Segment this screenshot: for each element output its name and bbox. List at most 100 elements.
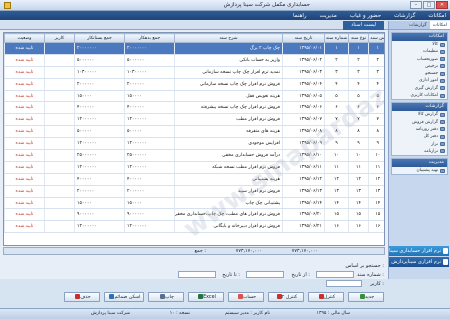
to-date-input[interactable]	[178, 271, 216, 278]
table-cell: فروش نرم افزار های مطب، چک چاپ،حسابداری …	[174, 208, 283, 222]
table-row[interactable]: ۷ ۷ ۷ ۱۳۹۵/۰۶/۰۷ فروش نرم افزار مطب ۱۲۰۰۰۰۰۰ ۱…	[4, 113, 384, 127]
table-row[interactable]: ۱۴ ۱۴ ۱۴ ۱۳۹۵/۰۶/۱۴ پشتیبانی چک چاپ ۱۵۰۰۰۰ ۱۵۰…	[4, 197, 384, 210]
from-date-input[interactable]	[246, 271, 284, 278]
sidebar-item[interactable]: گزارش فروش	[392, 119, 447, 126]
table-row[interactable]: ۱۱ ۱۱ ۱۱ ۱۳۹۵/۰۶/۱۱ فروش نرم افزار مطب نسخه …	[4, 161, 384, 174]
table-cell: تایید شده	[4, 125, 45, 139]
table-cell: ۱۳۹۵/۰۶/۰۹	[282, 137, 325, 151]
menu-item[interactable]: گزارشات	[394, 13, 415, 19]
table-row[interactable]: ۹ ۹ ۹ ۱۳۹۵/۰۶/۰۹ افزایش موجودی ۱۲۰۰۰۰۰۰ ۱۲۰۰۰۰…	[4, 137, 384, 151]
table-cell: ۷	[324, 113, 349, 127]
table-cell	[44, 113, 75, 127]
table-cell: ۹	[324, 137, 349, 151]
sidebar-item[interactable]: تهیه پشتیبان	[392, 167, 447, 174]
sidebar-item[interactable]: دفتر کل	[392, 133, 447, 140]
from-date-label: از تاریخ :	[291, 272, 310, 278]
sidebar-section-title[interactable]: مدیریت	[392, 159, 447, 168]
table-cell: ۱۶	[368, 220, 384, 234]
table-cell: ۱۶	[348, 220, 369, 234]
table-cell	[44, 125, 75, 139]
column-header[interactable]: شرح سند	[174, 33, 283, 43]
table-cell: تایید شده	[4, 185, 45, 198]
column-header[interactable]: جمع بستانکار	[74, 33, 125, 43]
sidebar-section-title[interactable]: گزارشات	[392, 103, 447, 112]
user-select[interactable]	[326, 280, 362, 287]
brand-banner[interactable]: نرم افزار حسابداری سینا	[389, 246, 449, 256]
sidebar-item[interactable]: صورتحساب	[392, 56, 447, 63]
column-header[interactable]: نوع سند	[348, 33, 369, 43]
scan-button[interactable]: اسکن ضمائم	[104, 292, 144, 302]
new-button[interactable]: جدید	[348, 292, 384, 302]
table-cell: ۲۰۰۰۰۰۰	[124, 78, 175, 91]
column-header[interactable]: کاربر	[44, 33, 75, 43]
doc-no-input[interactable]	[316, 271, 354, 278]
user-label: کاربر :	[370, 281, 384, 287]
table-cell: تایید شده	[4, 113, 45, 127]
column-header[interactable]: تاریخ سند	[282, 33, 325, 43]
delete-button[interactable]: حذف	[64, 292, 100, 302]
table-row[interactable]: ۳ ۳ ۳ ۱۳۹۵/۰۶/۰۳ تمدید ترم افزار چک چاپ نسخه…	[4, 66, 384, 79]
table-cell: فروش نرم افزار چک چاپ نسخه پیشرفته	[174, 101, 283, 115]
close-icon[interactable]: ✕	[436, 1, 448, 9]
sidebar-tab[interactable]: امکانات	[429, 21, 450, 29]
table-cell: ۸	[348, 125, 369, 139]
sidebar-item[interactable]: دفتر روزنامه	[392, 126, 447, 133]
minimize-icon[interactable]: –	[410, 1, 422, 9]
table-row[interactable]: ۱۵ ۱۵ ۱۵ ۱۳۹۵/۰۶/۲۰ فروش نرم افزار های مطب، …	[4, 208, 384, 222]
menu-item[interactable]: مدیریت	[320, 13, 337, 19]
sidebar-item[interactable]: ترازنامه	[392, 148, 447, 155]
menu-item[interactable]: حضور و غیاب	[350, 13, 381, 19]
sidebar-item[interactable]: تراز	[392, 141, 447, 148]
sidebar-section-title[interactable]: امکانات	[392, 33, 447, 41]
table-cell	[44, 208, 75, 222]
table-row[interactable]: ۱۶ ۱۶ ۱۶ ۱۳۹۵/۰۶/۲۱ فروش نرم افزار دبیرخانه …	[4, 220, 384, 234]
table-row[interactable]: ۱۰ ۱۰ ۱۰ ۱۳۹۵/۰۶/۱۰ درآمد فروش حسابداری مخفی…	[4, 149, 384, 162]
column-header[interactable]: ش سند	[368, 33, 384, 43]
table-row[interactable]: ۶ ۶ ۶ ۱۳۹۵/۰۶/۰۶ فروش نرم افزار چک چاپ نسخه …	[4, 101, 384, 115]
sidebar-item[interactable]: جستجو	[392, 70, 447, 77]
table-row[interactable]: ۱ ۱ ۱ ۱۳۹۵/۰۶/۰۱ چک چاپ ۲ برگ ۲۰۰۰۰۰۰۰ ۲۰۰۰۰۰۰…	[4, 42, 384, 55]
column-header[interactable]: شماره سند	[324, 33, 349, 43]
sidebar-section: گزارشات گزارش کالا گزارش فروش دفتر روزنا…	[391, 102, 448, 157]
menu-item[interactable]: امکانات	[428, 13, 446, 19]
table-row[interactable]: ۲ ۲ ۲ ۱۳۹۵/۰۶/۰۲ واریز به حساب بانکی ۵۰۰۰۰۰۰ ۵…	[4, 54, 384, 67]
sidebar-item[interactable]: ترخیص	[392, 63, 447, 70]
account-button[interactable]: حساب	[228, 292, 264, 302]
menu-item[interactable]: راهنما	[293, 13, 307, 19]
sidebar-tab[interactable]: گزارشات	[406, 21, 429, 29]
table-row[interactable]: ۵ ۵ ۵ ۱۳۹۵/۰۶/۰۵ هزینه تعویض قفل ۱۵۰۰۰۰ ۱۵۰۰۰۰…	[4, 90, 384, 103]
control2-button[interactable]: کنترل ۲	[268, 292, 304, 302]
table-cell: ۱۰۳۰۰۰۰۰	[124, 66, 175, 79]
table-cell: فروش نرم افزار مطب نسخه شبکه	[174, 161, 283, 174]
sidebar-item[interactable]: گزارش کالا	[392, 111, 447, 118]
excel-button[interactable]: Excel	[188, 292, 224, 302]
print-button[interactable]: چاپ	[148, 292, 184, 302]
control-button[interactable]: کنترل	[308, 292, 344, 302]
table-cell: ۵	[368, 90, 384, 103]
brand-banner[interactable]: نرم افزاری سیناپردازش	[389, 257, 449, 267]
table-cell: ۱۰	[368, 149, 384, 162]
table-cell: ۱۰۳۰۰۰۰۰	[74, 66, 125, 79]
column-header[interactable]: وضعیت	[4, 33, 45, 43]
table-row[interactable]: ۴ ۴ ۴ ۱۳۹۵/۰۶/۰۴ فروش نرم افزار چک چاپ نسخه …	[4, 78, 384, 91]
tab-documents[interactable]: لیست اسناد	[343, 21, 384, 30]
table-cell	[44, 149, 75, 162]
sidebar: امکانات گزارشات امکانات کالا تنظیمات صور…	[388, 21, 450, 279]
sidebar-item[interactable]: امور اداری	[392, 77, 447, 84]
table-cell: ۲۰۰۰۰۰۰	[74, 78, 125, 91]
column-header[interactable]: جمع بدهکار	[124, 33, 175, 43]
sidebar-item[interactable]: کالا	[392, 41, 447, 48]
sidebar-item[interactable]: امکانات کاربری	[392, 92, 447, 99]
sidebar-item[interactable]: گزارش گیری	[392, 85, 447, 92]
item-icon	[440, 71, 445, 76]
table-cell: ۹۰۰۰۰۰۰	[74, 208, 125, 222]
table-row[interactable]: ۱۲ ۱۲ ۱۲ ۱۳۹۵/۰۶/۱۲ هزینه پشتیبانی ۴۰۰۰۰۰ ۴۰۰۰…	[4, 173, 384, 186]
table-cell: ۱۲۰۰۰۰۰۰	[74, 161, 125, 174]
documents-grid[interactable]: ش سند نوع سند شماره سند تاریخ سند شرح سن…	[3, 32, 385, 246]
table-row[interactable]: ۸ ۸ ۸ ۱۳۹۵/۰۶/۰۸ هزینه های متفرقه ۵۰۰۰۰۰ ۵۰۰۰۰…	[4, 125, 384, 139]
table-cell: ۴۰۰۰۰۰	[74, 173, 125, 186]
table-row[interactable]: ۱۳ ۱۳ ۱۳ ۱۳۹۵/۰۶/۱۳ فروش نرم افزار سپید ۲۰۰۰۰…	[4, 185, 384, 198]
table-cell: ۱۳۹۵/۰۶/۱۰	[282, 149, 325, 162]
sidebar-item[interactable]: تنظیمات	[392, 48, 447, 55]
maximize-icon[interactable]: □	[423, 1, 435, 9]
